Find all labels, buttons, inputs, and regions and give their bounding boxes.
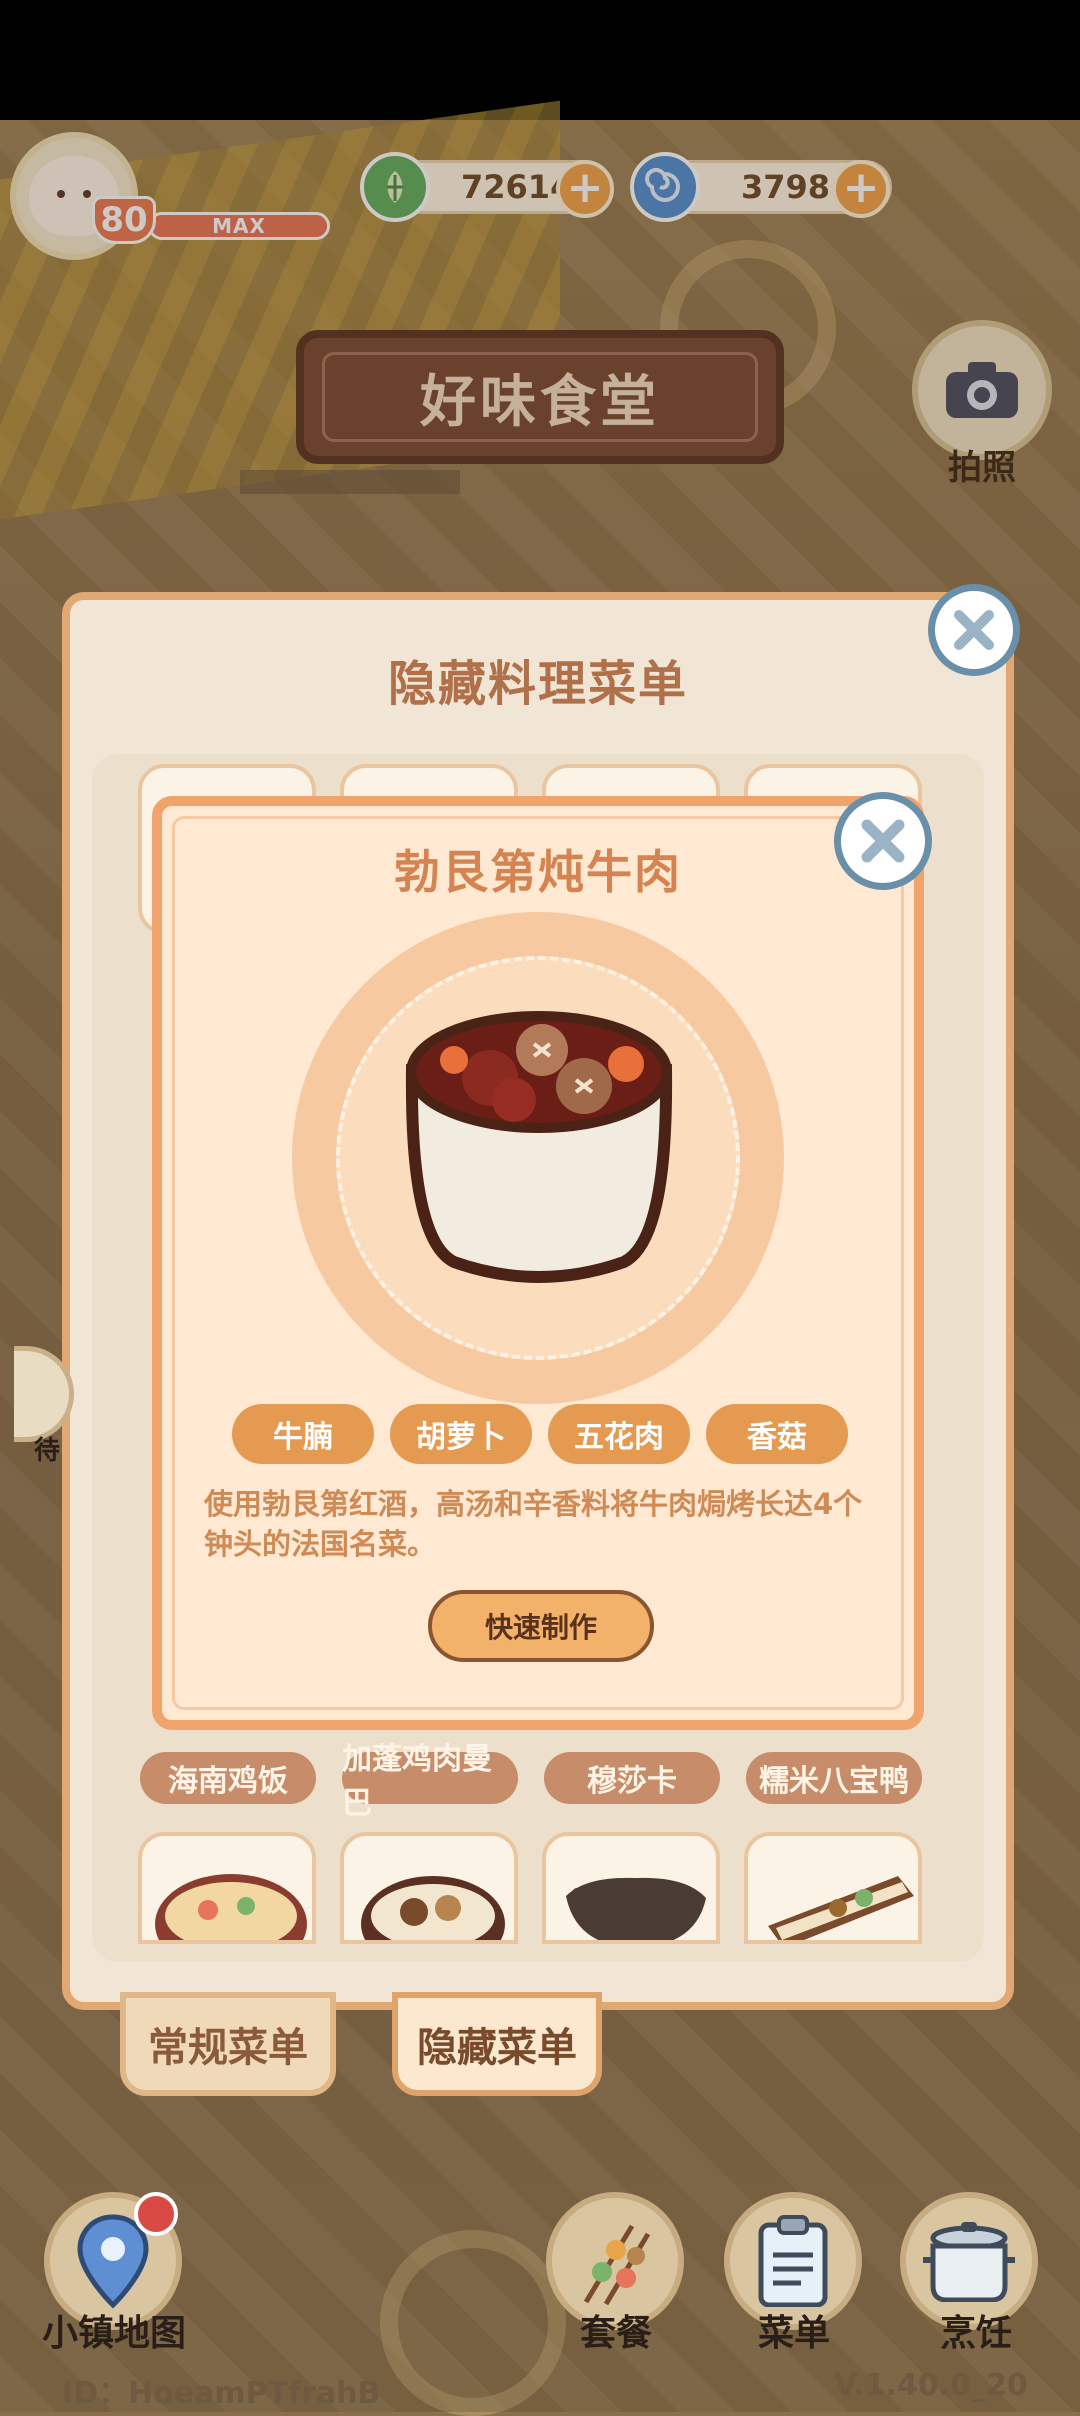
menu-item-label[interactable]: 穆莎卡 <box>544 1752 720 1804</box>
menu-card[interactable] <box>542 1832 720 1944</box>
ingredient-chip: 牛腩 <box>232 1404 374 1464</box>
ingredient-chip: 五花肉 <box>548 1404 690 1464</box>
close-icon <box>954 610 994 650</box>
tab-regular-menu[interactable]: 常规菜单 <box>120 1992 336 2096</box>
noodle-soup-dish-icon <box>155 1874 307 1940</box>
notification-dot <box>134 2192 178 2236</box>
set-meal-label: 套餐 <box>579 2313 652 2354</box>
beef-stew-pot-icon <box>405 1011 673 1283</box>
hidden-menu-title: 隐藏料理菜单 <box>387 656 688 712</box>
town-map-label: 小镇地图 <box>41 2313 186 2354</box>
side-button-label: 待 <box>34 1436 61 1466</box>
version-label: V.1.40.0_20 <box>834 2368 1028 2403</box>
cook-label: 烹饪 <box>939 2313 1012 2354</box>
cooking-pot-icon <box>923 2222 1015 2302</box>
close-hidden-menu-button[interactable] <box>928 584 1020 676</box>
quick-make-button[interactable]: 快速制作 <box>428 1590 654 1662</box>
menu-label: 菜单 <box>757 2313 830 2354</box>
skewer-dish-icon <box>768 1876 914 1940</box>
skewer-icon <box>583 2224 651 2306</box>
status-bar <box>0 0 1080 120</box>
dish-description: 使用勃艮第红酒，高汤和辛香料将牛肉焗烤长达4个钟头的法国名菜。 <box>204 1487 863 1561</box>
menu-item-label[interactable]: 加蓬鸡肉曼巴 <box>342 1742 518 1821</box>
menu-item-label[interactable]: 糯米八宝鸭 <box>746 1752 922 1804</box>
menu-card[interactable] <box>138 1832 316 1944</box>
menu-item-label[interactable]: 海南鸡饭 <box>140 1752 316 1804</box>
ingredient-chip: 胡萝卜 <box>390 1404 532 1464</box>
locked-dish-silhouette-icon <box>566 1877 706 1940</box>
clipboard-icon <box>758 2215 828 2307</box>
ingredient-chip: 香菇 <box>706 1404 848 1464</box>
dish-title: 勃艮第炖牛肉 <box>394 845 682 899</box>
tab-hidden-menu[interactable]: 隐藏菜单 <box>392 1992 602 2096</box>
braised-dish-icon <box>361 1876 505 1940</box>
menu-card[interactable] <box>340 1832 518 1944</box>
player-id: ID：HoeamPTfrahB <box>62 2376 381 2411</box>
menu-card[interactable] <box>744 1832 922 1944</box>
